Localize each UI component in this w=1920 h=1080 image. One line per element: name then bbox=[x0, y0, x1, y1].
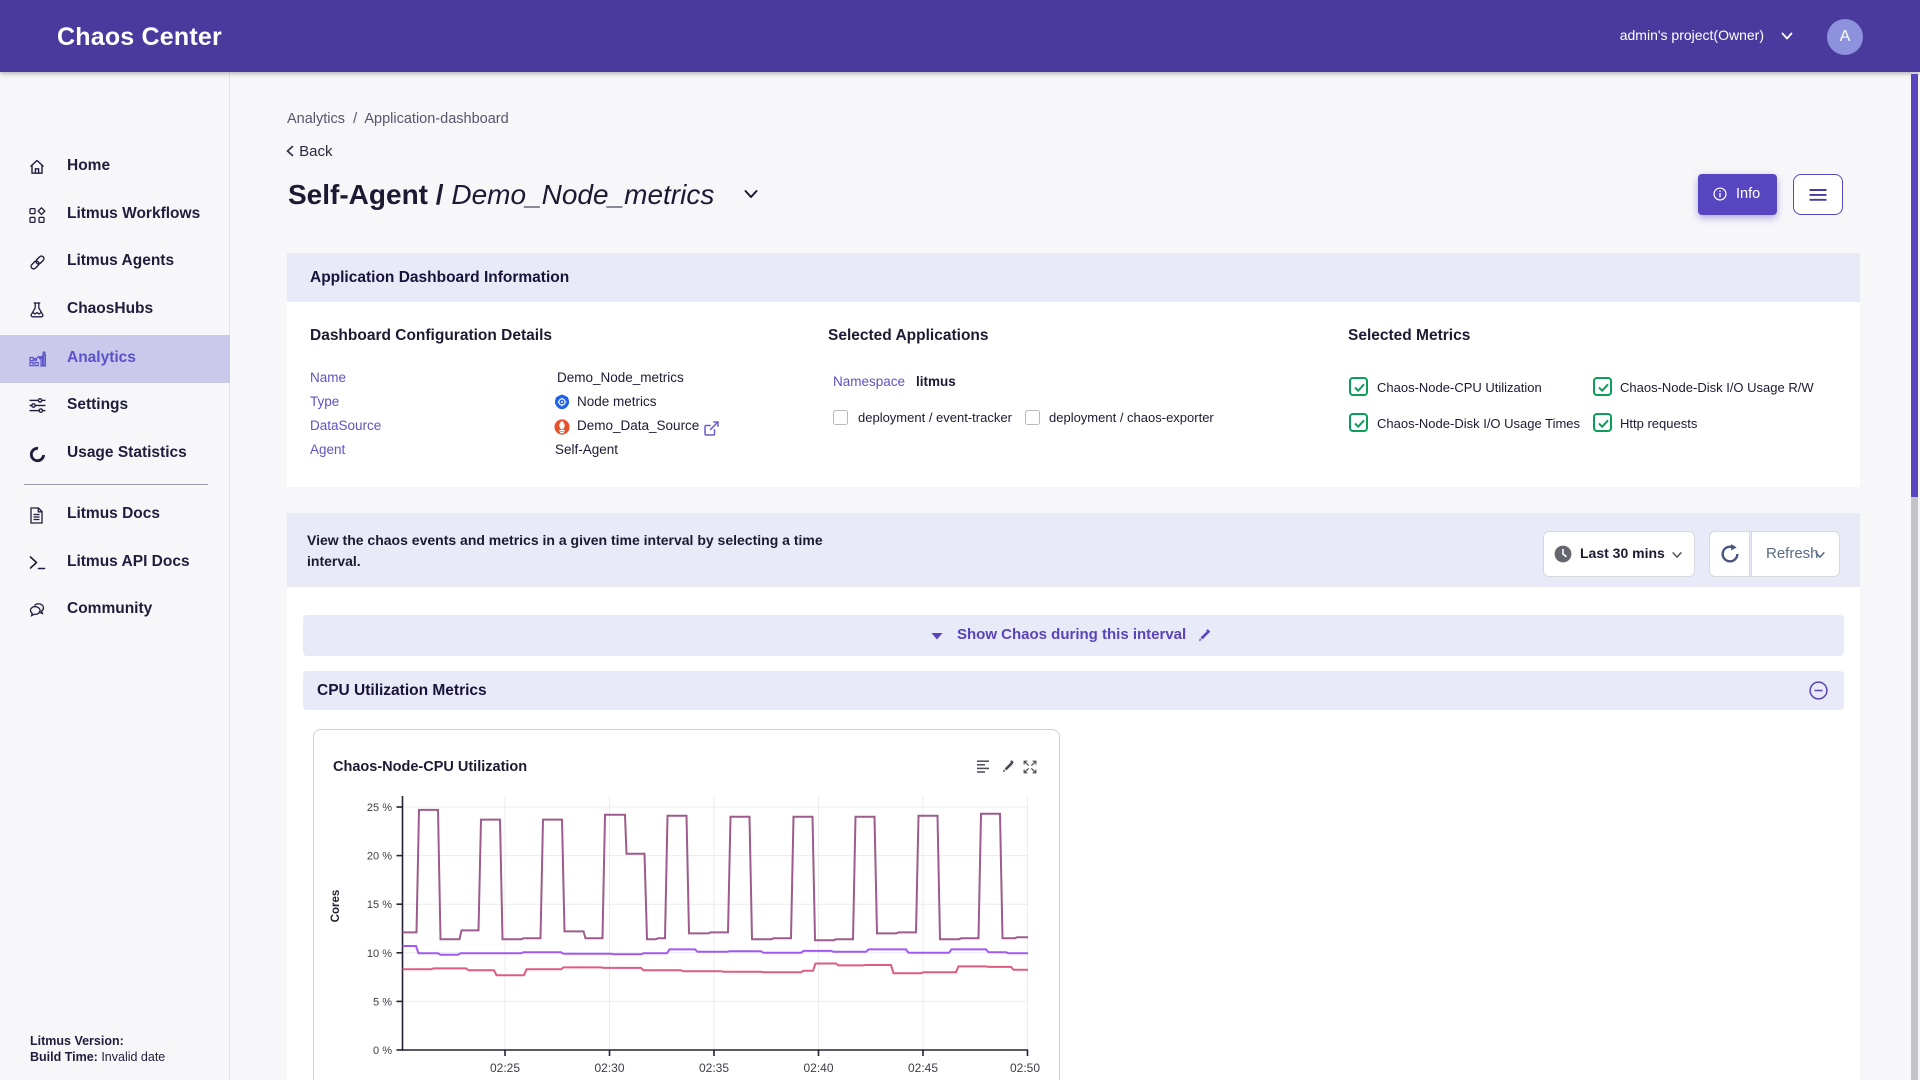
svg-text:10 %: 10 % bbox=[367, 948, 392, 960]
svg-text:02:40: 02:40 bbox=[803, 1061, 833, 1075]
svg-text:5 %: 5 % bbox=[373, 996, 392, 1008]
svg-text:02:50: 02:50 bbox=[1010, 1061, 1040, 1075]
svg-text:02:45: 02:45 bbox=[908, 1061, 938, 1075]
svg-text:25 %: 25 % bbox=[367, 802, 392, 814]
svg-text:02:30: 02:30 bbox=[594, 1061, 624, 1075]
svg-text:15 %: 15 % bbox=[367, 899, 392, 911]
svg-text:0 %: 0 % bbox=[373, 1045, 392, 1057]
svg-text:02:25: 02:25 bbox=[490, 1061, 520, 1075]
svg-text:20 %: 20 % bbox=[367, 851, 392, 863]
svg-text:02:35: 02:35 bbox=[699, 1061, 729, 1075]
svg-text:Cores: Cores bbox=[330, 890, 342, 923]
